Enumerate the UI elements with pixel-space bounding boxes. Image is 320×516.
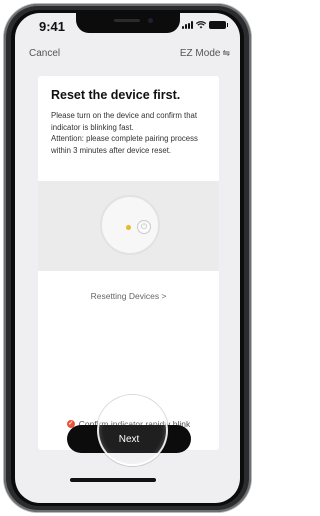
nav-bar: Cancel EZ Mode ⇋ [15, 45, 240, 65]
instruction-card: Reset the device first. Please turn on t… [38, 76, 219, 450]
wifi-icon [196, 21, 206, 29]
device-graphic: ⏻ [100, 195, 160, 255]
card-body: Please turn on the device and confirm th… [51, 110, 211, 156]
ez-mode-label: EZ Mode [179, 48, 221, 59]
instructions-text: Please turn on the device and confirm th… [51, 111, 198, 132]
front-camera [148, 18, 153, 23]
indicator-led-icon [126, 225, 131, 230]
device-illustration: ⏻ [38, 181, 219, 271]
cancel-button[interactable]: Cancel [29, 48, 60, 59]
power-button-icon: ⏻ [137, 220, 151, 234]
card-title: Reset the device first. [51, 88, 181, 102]
attention-text: Attention: please complete pairing proce… [51, 134, 198, 155]
notch [76, 13, 180, 33]
home-indicator [70, 478, 156, 482]
swap-arrows-icon: ⇋ [222, 48, 230, 58]
status-icons [182, 21, 228, 29]
status-time: 9:41 [39, 19, 66, 34]
resetting-devices-link[interactable]: Resetting Devices > [38, 291, 219, 301]
battery-icon [209, 21, 228, 29]
next-button[interactable]: Next [67, 425, 191, 453]
signal-icon [182, 21, 193, 29]
speaker-grille [114, 19, 140, 22]
ez-mode-toggle[interactable]: EZ Mode ⇋ [180, 48, 230, 59]
